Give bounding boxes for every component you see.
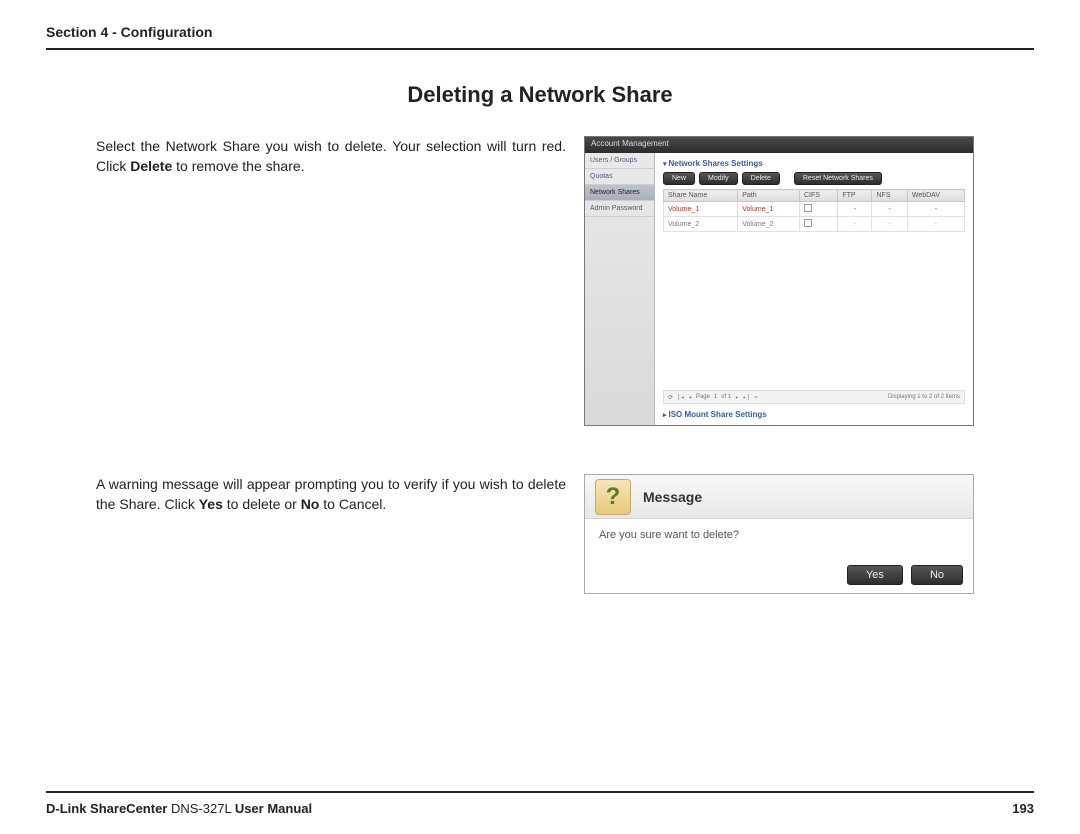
table-row[interactable]: Volume_2 Volume_2 - - - [664,217,965,232]
sidebar-item-admin-password[interactable]: Admin Password [585,201,654,217]
col-ftp: FTP [838,190,872,202]
cell-webdav: - [907,217,964,232]
col-cifs: CIFS [799,190,837,202]
refresh-icon[interactable]: ⟳ [668,394,673,401]
toolbar: New Modify Delete Reset Network Shares [663,172,965,185]
page-number: 193 [1012,801,1034,816]
cell-cifs [799,202,837,217]
para1-bold: Delete [130,158,172,174]
footer-page-number: 193 [1012,801,1034,816]
table-row[interactable]: Volume_1 Volume_1 - - - [664,202,965,217]
sidebar-item-quotas[interactable]: Quotas [585,169,654,185]
cell-nfs: - [872,217,907,232]
delete-button[interactable]: Delete [742,172,780,185]
para2-b1: Yes [199,496,223,512]
paragraph-2: A warning message will appear prompting … [96,474,566,594]
col-path: Path [738,190,800,202]
page-title: Deleting a Network Share [46,82,1034,108]
footer-left: D-Link ShareCenter DNS-327L User Manual [46,801,312,816]
panel-title: Network Shares Settings [663,159,965,168]
reset-button[interactable]: Reset Network Shares [794,172,882,185]
cell-path: Volume_2 [738,217,800,232]
pager-page-label: Page [696,394,710,400]
yes-button[interactable]: Yes [847,565,903,585]
footer-model: DNS-327L [167,801,234,816]
cell-nfs: - [872,202,907,217]
last-icon[interactable]: ▸| [743,394,750,401]
iso-mount-section[interactable]: ISO Mount Share Settings [663,410,965,419]
footer-brand: D-Link ShareCenter [46,801,167,816]
pager-display: Displaying 1 to 2 of 2 items [888,394,960,400]
modify-button[interactable]: Modify [699,172,738,185]
sidebar-item-users-groups[interactable]: Users / Groups [585,153,654,169]
question-icon: ? [595,479,631,515]
col-nfs: NFS [872,190,907,202]
sidebar-item-network-shares[interactable]: Network Shares [585,185,654,201]
cell-path: Volume_1 [738,202,800,217]
goto-icon[interactable]: ↷ [754,394,758,401]
paragraph-1: Select the Network Share you wish to del… [96,136,566,426]
sidebar: Users / Groups Quotas Network Shares Adm… [585,153,655,425]
shares-table: Share Name Path CIFS FTP NFS WebDAV Volu… [663,189,965,232]
screenshot-network-shares: Account Management Users / Groups Quotas… [584,136,974,426]
cell-ftp: - [838,202,872,217]
pager: ⟳ |◂ ◂ Page 1 of 1 ▸ ▸| ↷ Displaying 1 t… [663,390,965,404]
page-footer: D-Link ShareCenter DNS-327L User Manual … [46,791,1034,816]
cell-name: Volume_2 [664,217,738,232]
next-icon[interactable]: ▸ [735,394,739,401]
screenshot-confirm-dialog: ? Message Are you sure want to delete? Y… [584,474,974,594]
cell-ftp: - [838,217,872,232]
col-webdav: WebDAV [907,190,964,202]
para1-post: to remove the share. [172,158,304,174]
para2-mid: to delete or [223,496,301,512]
new-button[interactable]: New [663,172,695,185]
checkbox-icon[interactable] [804,204,812,212]
para2-b2: No [301,496,320,512]
col-share-name: Share Name [664,190,738,202]
footer-suffix: User Manual [235,801,312,816]
section-header: Section 4 - Configuration [46,24,1034,50]
pager-page-num: 1 [714,394,717,400]
cell-name: Volume_1 [664,202,738,217]
para2-post: to Cancel. [319,496,386,512]
prev-icon[interactable]: ◂ [688,394,692,401]
window-titlebar: Account Management [585,137,973,153]
checkbox-icon[interactable] [804,219,812,227]
cell-webdav: - [907,202,964,217]
first-icon[interactable]: |◂ [677,394,684,401]
dialog-message: Are you sure want to delete? [585,519,973,565]
dialog-title: Message [643,489,702,505]
no-button[interactable]: No [911,565,963,585]
cell-cifs [799,217,837,232]
pager-of-label: of 1 [721,394,731,400]
